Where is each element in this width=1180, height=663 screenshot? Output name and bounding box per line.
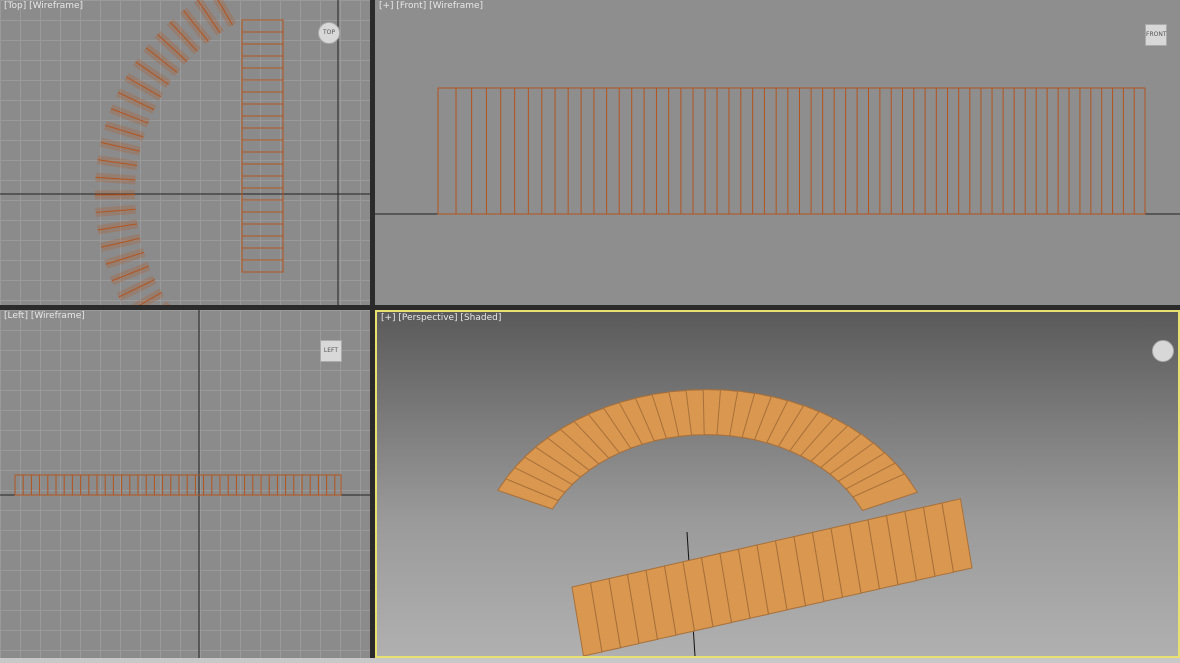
viewcube-top[interactable]: TOP (318, 22, 340, 44)
plank (241, 19, 284, 33)
top-scene (0, 0, 370, 305)
plank (241, 115, 284, 129)
plank (241, 127, 284, 141)
plank (241, 223, 284, 237)
status-bar (0, 658, 1180, 663)
plank-edge (111, 265, 150, 282)
curved-bench-wireframe (94, 0, 237, 305)
plank (241, 31, 284, 45)
bench-planks-left (14, 475, 336, 495)
straight-bench-shaded (571, 498, 973, 656)
plank (241, 79, 284, 93)
viewport-front[interactable]: [+] [Front] [Wireframe] FRONT (375, 0, 1180, 305)
left-scene (0, 310, 370, 658)
viewcube-perspective[interactable] (1152, 340, 1174, 362)
plank (241, 151, 284, 165)
plank (241, 235, 284, 249)
plank (241, 247, 284, 261)
bench-planks-front (437, 88, 1146, 214)
viewport-label[interactable]: [+] [Front] [Wireframe] (379, 1, 483, 11)
viewcube-front[interactable]: FRONT (1145, 24, 1167, 46)
viewport-label[interactable]: [+] [Perspective] [Shaded] (381, 313, 501, 323)
curved-bench-shaded (497, 388, 919, 511)
straight-bench-wireframe (241, 19, 284, 273)
plank (241, 199, 284, 213)
plank (241, 103, 284, 117)
plank (241, 139, 284, 153)
plank-edge (110, 108, 149, 124)
plank (241, 211, 284, 225)
viewcube-left[interactable]: LEFT (320, 340, 342, 362)
front-scene (375, 87, 1180, 215)
plank (241, 43, 284, 57)
plank (241, 55, 284, 69)
plank (241, 163, 284, 177)
viewport-top[interactable]: [Top] [Wireframe] TOP (0, 0, 370, 305)
plank (241, 67, 284, 81)
viewport-label[interactable]: [Top] [Wireframe] (4, 1, 83, 11)
perspective-scene (497, 388, 973, 656)
viewport-perspective[interactable]: [+] [Perspective] [Shaded] (375, 310, 1180, 658)
plank (241, 259, 284, 273)
plank (241, 91, 284, 105)
plank (241, 175, 284, 189)
viewport-left[interactable]: [Left] [Wireframe] LEFT (0, 310, 370, 658)
plank-edge (117, 92, 155, 111)
viewport-label[interactable]: [Left] [Wireframe] (4, 311, 85, 321)
